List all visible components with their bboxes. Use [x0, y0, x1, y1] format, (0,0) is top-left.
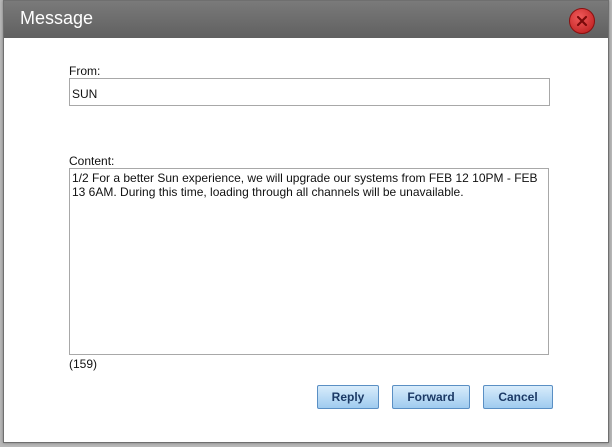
forward-button[interactable]: Forward — [392, 385, 470, 409]
content-textarea[interactable]: 1/2 For a better Sun experience, we will… — [69, 168, 549, 355]
close-icon — [576, 15, 588, 27]
reply-button[interactable]: Reply — [317, 385, 379, 409]
message-dialog: Message From: SUN Content: 1/2 For a bet… — [3, 0, 609, 443]
dialog-title: Message — [20, 8, 94, 28]
cancel-button[interactable]: Cancel — [483, 385, 553, 409]
from-field[interactable]: SUN — [69, 78, 550, 106]
from-label: From: — [69, 64, 101, 78]
character-count: (159) — [69, 357, 98, 371]
content-label: Content: — [69, 154, 115, 168]
close-button[interactable] — [569, 8, 595, 34]
dialog-titlebar[interactable]: Message — [4, 1, 608, 38]
